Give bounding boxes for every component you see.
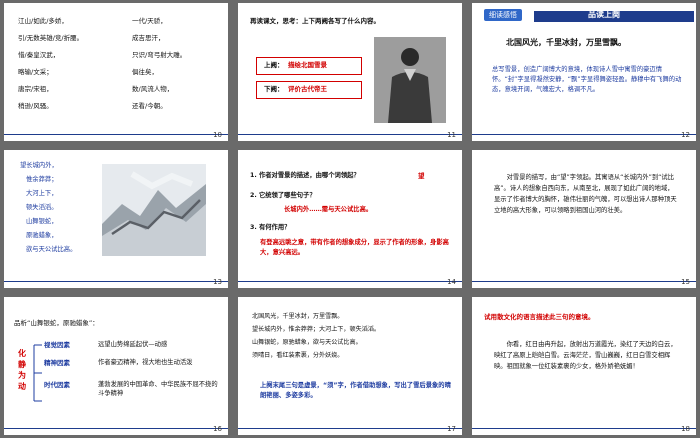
slide-title: 品析“山舞银蛇，原驰蜡象”： [14,319,99,327]
factor-label: 时代因素 [44,381,70,389]
slide-rule [238,281,462,282]
slide-number: 10 [213,131,222,139]
vertical-char: 化 [18,349,26,358]
slide-number: 12 [681,131,690,139]
slide-18[interactable]: 试用散文化的语言描述此三句的意境。 你看，红日由冉升起，放射出万道霞光，染红了天… [472,297,696,435]
upper-text: 描绘北国雪景 [288,61,327,69]
slide-rule [238,134,462,135]
bracket-lines [33,344,42,402]
poem-line: 望长城内外，惟余莽莽；大河上下，顿失滔滔。 [252,326,380,333]
answer-2: 长城内外……需与天公试比高。 [284,206,373,213]
slide-rule [472,134,696,135]
upper-label: 上阙： [264,61,284,69]
poem-line: 江山/如此/多娇， [18,17,68,25]
poem-line: 山舞银蛇， [26,218,58,225]
slide-number: 14 [447,278,456,286]
slide-12[interactable]: 细读感悟 品读上阕 北国风光，千里冰封，万里雪飘。 总写雪景，创造广阔博大的意境… [472,3,696,141]
slide-number: 18 [681,425,690,433]
slide-rule [238,428,462,429]
prompt-text: 试用散文化的语言描述此三句的意境。 [484,313,595,321]
slide-number: 17 [447,425,456,433]
lower-text: 评价古代帝王 [288,85,327,93]
slide-number: 13 [213,278,222,286]
poem-line: 大河上下， [26,190,58,197]
lower-label: 下阙： [264,85,284,93]
slide-rule [472,428,696,429]
vertical-char: 动 [18,382,26,391]
poem-line: 北国风光，千里冰封，万里雪飘。 [506,37,626,47]
slide-11[interactable]: 再读课文，思考：上下两阙各写了什么内容。 上阙： 描绘北国雪景 下阙： 评价古代… [238,3,462,141]
question-2: 2. 它统领了哪些句子？ [250,192,316,199]
poem-line: 引/无数英雄/竞/折腰。 [18,34,84,42]
poem-line: 一代/天骄， [132,17,167,25]
slide-number: 15 [681,278,690,286]
factor-description: 作者豪迈精神，视大地也生动活泼 [98,359,193,366]
poem-line: 惜/秦皇汉武， [18,51,60,59]
poem-line: 成吉思汗， [132,34,165,42]
slide-14[interactable]: 1. 作者对雪景的描述，由哪个词领起？ 望 2. 它统领了哪些句子？ 长城内外…… [238,150,462,288]
poem-line: 还看/今朝。 [132,102,167,110]
slide-rule [4,428,228,429]
poem-line: 俱往矣， [132,68,158,76]
slide-rule [4,134,228,135]
poem-line: 数/风流人物， [132,85,174,93]
slide-10[interactable]: 江山/如此/多娇， 引/无数英雄/竞/折腰。 惜/秦皇汉武， 略输/文采； 唐宗/宋祖，… [4,3,228,141]
poem-line: 只识/弯弓射大雕。 [132,51,187,59]
descriptive-paragraph: 你看，红日由冉升起，放射出万道霞光，染红了天边的白云，映红了高原上皑皑白雪。云海… [494,341,677,371]
poem-line: 望长城内外， [20,162,58,169]
factor-label: 视觉因素 [44,341,70,349]
answer-1: 望 [418,172,425,180]
slide-rule [4,281,228,282]
poem-line: 北国风光，千里冰封，万里雪飘。 [252,313,344,320]
analysis-text: 总写雪景，创造广阔博大的意境，体现诗人雪中寓雪的豪迈情怀。“封”字显得凝然安静，… [492,66,682,93]
slide-number: 11 [447,131,456,139]
poem-line: 略输/文采； [18,68,53,76]
portrait-photo [374,37,446,123]
slide-rule [472,281,696,282]
answer-3: 有登高远眺之意，带有作者的想象成分，显示了作者的形象，身影高大，意兴高远。 [260,239,449,257]
slide-15[interactable]: 对雪景的描写，由“望”字领起。其寓语从“长城内外”到“试比高”。诗人的想象自西向… [472,150,696,288]
section-tab[interactable]: 细读感悟 [484,9,522,21]
vertical-char: 为 [18,371,26,380]
factor-label: 精神因素 [44,359,70,367]
question-3: 3. 有何作用？ [250,224,291,231]
poem-line: 原驰蜡象， [26,232,58,239]
question-text: 再读课文，思考：上下两阙各写了什么内容。 [250,17,380,25]
summary-text: 上阕末尾三句是虚景，“须”字，作者借助想象，写出了雪后景象的晴朗艳丽、多姿多彩。 [260,382,451,400]
slide-16[interactable]: 品析“山舞银蛇，原驰蜡象”： 化静为动 视觉因素 远望山势绵延起伏—动感精神因素 作… [4,297,228,435]
poem-line: 山舞银蛇，原驰蜡象，欲与天公试比高。 [252,339,362,346]
vertical-char: 静 [18,360,26,369]
poem-line: 顿失滔滔。 [26,204,58,211]
slide-number: 16 [213,425,222,433]
poem-line: 惟余莽莽； [26,176,58,183]
factor-description: 远望山势绵延起伏—动感 [98,341,168,348]
slide-17[interactable]: 北国风光，千里冰封，万里雪飘。望长城内外，惟余莽莽；大河上下，顿失滔滔。 山舞银蛇… [238,297,462,435]
poem-line: 唐宗/宋祖， [18,85,53,93]
factor-description: 蓬勃发展的中国革命、中华民族不屈不挠的斗争精神 [98,381,218,397]
analysis-paragraph: 对雪景的描写，由“望”字领起。其寓语从“长城内外”到“试比高”。诗人的想象自西向… [494,174,677,215]
slide-13[interactable]: 望长城内外， 惟余莽莽； 大河上下， 顿失滔滔。 山舞银蛇， 原驰蜡象， 欲与天公试比高。 … [4,150,228,288]
poem-line: 欲与天公试比高。 [26,246,77,253]
question-1: 1. 作者对雪景的描述，由哪个词领起？ [250,172,360,179]
poem-line: 须晴日，看红装素裹，分外妖娆。 [252,352,344,359]
header-title: 品读上阕 [588,10,620,19]
poem-line: 稍逊/风骚。 [18,102,53,110]
snow-great-wall-photo [102,164,206,256]
